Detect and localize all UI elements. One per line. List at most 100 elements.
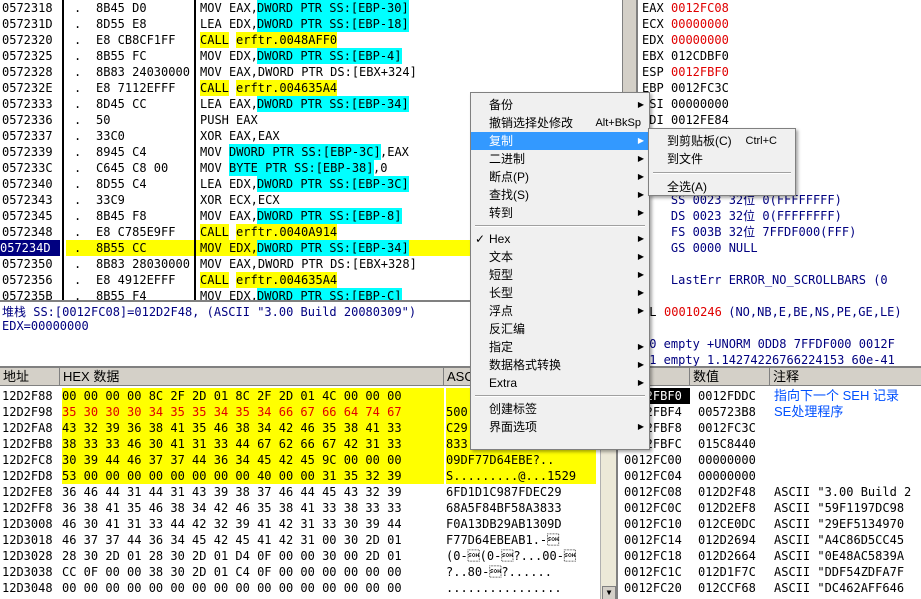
- copy-submenu[interactable]: 到剪贴板(C) Ctrl+C 到文件全选(A): [648, 128, 796, 196]
- stack-row[interactable]: 0012FBF4 005723B8 SE处理程序: [618, 404, 921, 420]
- call-target: erftr.0048AFF0: [236, 32, 338, 48]
- menu-item[interactable]: 备份 ▶: [471, 96, 649, 114]
- register-value[interactable]: 0012FBF0: [671, 64, 729, 80]
- disasm-args: EDX,: [229, 177, 258, 191]
- stack-row[interactable]: 0012FC14 012D2694 ASCII "A4C86D5CC45: [618, 532, 921, 548]
- menu-item[interactable]: 复制 ▶: [471, 132, 649, 150]
- disasm-row[interactable]: 0572318. 8B45 D0 MOV EAX, DWORD PTR SS:[EBP-…: [0, 0, 622, 16]
- menu-item[interactable]: 短型 ▶: [471, 266, 649, 284]
- stack-row[interactable]: 0012FC00 00000000: [618, 452, 921, 468]
- dump-row[interactable]: 12D3028 28 30 2D 01 28 30 2D 01 D4 0F 00 …: [0, 548, 600, 564]
- register-value[interactable]: 00000000: [671, 96, 729, 112]
- menu-item[interactable]: 浮点 ▶: [471, 302, 649, 320]
- stack-row[interactable]: 0012FC08 012D2F48 ASCII "3.00 Build 2: [618, 484, 921, 500]
- submenu-item-label: 全选(A): [667, 180, 707, 194]
- dump-row[interactable]: 12D3038 CC 0F 00 00 38 30 2D 01 C4 0F 00 …: [0, 564, 600, 580]
- stack-row[interactable]: 0012FBF0 0012FDDC 指向下一个 SEH 记录: [618, 388, 921, 404]
- register-row[interactable]: EBX 012CDBF0: [638, 48, 921, 64]
- register-value[interactable]: 00000000: [671, 32, 729, 48]
- menu-item[interactable]: 长型 ▶: [471, 284, 649, 302]
- stack-row[interactable]: 0012FC1C 012D1F7C ASCII "DDF54ZDFA7F: [618, 564, 921, 580]
- disasm-gutter-bar: [194, 48, 196, 64]
- dump-row[interactable]: 12D3008 46 30 41 31 33 44 42 32 39 41 42 …: [0, 516, 600, 532]
- submenu-arrow-icon: ▶: [637, 306, 644, 315]
- stack-row[interactable]: 0012FC20 012CCF68 ASCII "DC462AFF646: [618, 580, 921, 596]
- disasm-extra: ,0: [373, 161, 388, 175]
- register-row[interactable]: [638, 320, 921, 336]
- register-row[interactable]: EAX 0012FC08: [638, 0, 921, 16]
- submenu-item[interactable]: 到剪贴板(C) Ctrl+C: [649, 132, 795, 150]
- register-value[interactable]: 0012FC08: [671, 0, 729, 16]
- submenu-arrow-icon: ▶: [637, 190, 644, 199]
- submenu-item[interactable]: 全选(A): [649, 178, 795, 196]
- menu-item[interactable]: 指定 ▶: [471, 338, 649, 356]
- stack-row[interactable]: 0012FBF8 0012FC3C: [618, 420, 921, 436]
- disasm-row[interactable]: 057231D. 8D55 E8 LEA EDX, DWORD PTR SS:[EBP-…: [0, 16, 622, 32]
- stack-address: 0012FC04: [624, 469, 682, 483]
- menu-item[interactable]: 数据格式转换 ▶: [471, 356, 649, 374]
- register-row[interactable]: T0 empty +UNORM 0DD8 7FFDF000 0012F: [638, 336, 921, 352]
- stack-comment: ASCII "0E48AC5839A: [774, 549, 905, 563]
- menu-item[interactable]: 撤销选择处修改 Alt+BkSp: [471, 114, 649, 132]
- stack-header-comment[interactable]: 注释: [770, 368, 921, 386]
- menu-item-label: 二进制: [489, 152, 526, 166]
- stack-row[interactable]: 0012FC18 012D2664 ASCII "0E48AC5839A: [618, 548, 921, 564]
- dump-row[interactable]: 12D2FE8 36 46 44 31 44 31 43 39 38 37 46 …: [0, 484, 600, 500]
- stack-row[interactable]: 0012FC0C 012D2EF8 ASCII "59F1197DC98: [618, 500, 921, 516]
- stack-row[interactable]: 0012FC04 00000000: [618, 468, 921, 484]
- register-value[interactable]: 0012FC3C: [671, 80, 729, 96]
- stack-pane[interactable]: 数值 注释 0012FBF0 0012FDDC 指向下一个 SEH 记录 0012FB…: [616, 366, 921, 599]
- memory-operand: DWORD PTR SS:[EBP-3C]: [229, 144, 381, 160]
- dump-row[interactable]: 12D3048 00 00 00 00 00 00 00 00 00 00 00 …: [0, 580, 600, 596]
- disasm-hex: 8B83 24030000: [96, 65, 190, 79]
- register-row[interactable]: ESP 0012FBF0: [638, 64, 921, 80]
- menu-item[interactable]: 查找(S) ▶: [471, 186, 649, 204]
- register-row[interactable]: 1 DS 0023 32位 0(FFFFFFFF): [638, 208, 921, 224]
- disasm-gutter-bar: [194, 256, 196, 272]
- disasm-row[interactable]: 0572328. 8B83 24030000 MOV EAX,DWORD PTR DS…: [0, 64, 622, 80]
- menu-item[interactable]: 界面选项 ▶: [471, 418, 649, 436]
- stack-row[interactable]: 0012FC10 012CE0DC ASCII "29EF5134970: [618, 516, 921, 532]
- register-row[interactable]: FL 00010246 (NO,NB,E,BE,NS,PE,GE,LE): [638, 304, 921, 320]
- register-value[interactable]: 0012FE84: [671, 112, 729, 128]
- scroll-down-icon[interactable]: ▼: [602, 586, 616, 599]
- dump-header-address[interactable]: 地址: [0, 368, 60, 386]
- disasm-row[interactable]: 0572325. 8B55 FC MOV EDX, DWORD PTR SS:[EBP-…: [0, 48, 622, 64]
- register-row[interactable]: ECX 00000000: [638, 16, 921, 32]
- disasm-args: EDX,: [229, 49, 258, 63]
- register-value[interactable]: 00000000: [671, 16, 729, 32]
- menu-item[interactable]: ✓ Hex ▶: [471, 230, 649, 248]
- stack-row[interactable]: 0012FBFC 015C8440: [618, 436, 921, 452]
- menu-item[interactable]: Extra ▶: [471, 374, 649, 392]
- submenu-item[interactable]: 到文件: [649, 150, 795, 168]
- register-value[interactable]: 00010246: [664, 304, 722, 320]
- disasm-row[interactable]: 0572320. E8 CB8CF1FF CALL erftr.0048AFF0: [0, 32, 622, 48]
- dump-address: 12D3048: [2, 581, 53, 595]
- menu-item[interactable]: 反汇编: [471, 320, 649, 338]
- menu-item[interactable]: 二进制 ▶: [471, 150, 649, 168]
- register-row[interactable]: 0: [638, 256, 921, 272]
- register-row[interactable]: 0 GS 0000 NULL: [638, 240, 921, 256]
- dump-row[interactable]: 12D2FF8 36 38 41 35 46 38 34 42 46 35 38 …: [0, 500, 600, 516]
- dump-row[interactable]: 12D3018 46 37 37 44 36 34 45 42 45 41 42 …: [0, 532, 600, 548]
- register-row[interactable]: EDX 00000000: [638, 32, 921, 48]
- context-menu[interactable]: 备份 ▶ 撤销选择处修改 Alt+BkSp 复制 ▶ 二进制 ▶ 断点(P) ▶ 查找(S) ▶ 转到 ▶…: [470, 92, 650, 450]
- disasm-extra: ,EAX: [380, 145, 409, 159]
- menu-item[interactable]: 创建标签: [471, 400, 649, 418]
- dump-row[interactable]: 12D2FD8 53 00 00 00 00 00 00 00 00 40 00 …: [0, 468, 600, 484]
- register-row[interactable]: EBP 0012FC3C: [638, 80, 921, 96]
- stack-header-value[interactable]: 数值: [690, 368, 770, 386]
- register-row[interactable]: 0 FS 003B 32位 7FFDF000(FFF): [638, 224, 921, 240]
- menu-item[interactable]: 转到 ▶: [471, 204, 649, 222]
- menu-item[interactable]: 文本 ▶: [471, 248, 649, 266]
- register-row[interactable]: 0 LastErr ERROR_NO_SCROLLBARS (0: [638, 272, 921, 288]
- submenu-arrow-icon: ▶: [637, 252, 644, 261]
- register-row[interactable]: T1 empty 1.14274226766224153 60e-41: [638, 352, 921, 367]
- register-row[interactable]: [638, 288, 921, 304]
- dump-header-hex[interactable]: HEX 数据: [60, 368, 444, 386]
- dump-row[interactable]: 12D2FC8 30 39 44 46 37 37 44 36 34 45 42 …: [0, 452, 600, 468]
- register-value[interactable]: 012CDBF0: [671, 48, 729, 64]
- menu-item[interactable]: 断点(P) ▶: [471, 168, 649, 186]
- register-row[interactable]: ESI 00000000: [638, 96, 921, 112]
- register-row[interactable]: EDI 0012FE84: [638, 112, 921, 128]
